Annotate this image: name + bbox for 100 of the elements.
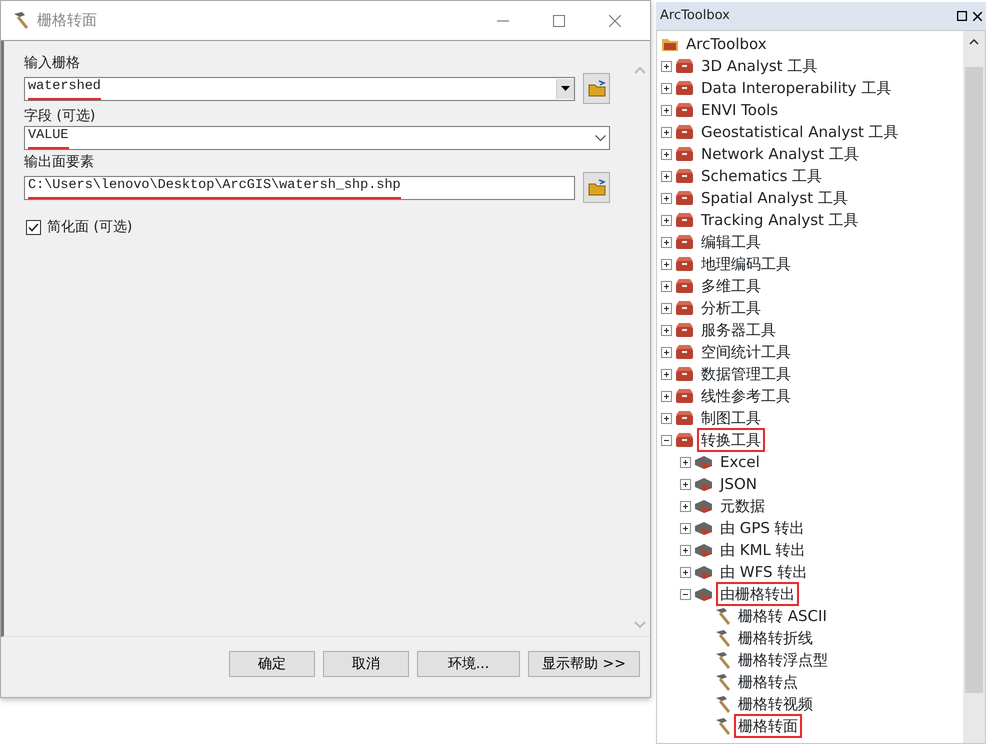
input-field[interactable]: VALUE (24, 126, 610, 150)
expand-icon[interactable] (661, 214, 672, 226)
input-field[interactable]: C:\Users\lenovo\Desktop\ArcGIS\watersh_shp.shp (24, 176, 575, 200)
expand-icon[interactable] (661, 126, 672, 138)
toolbox-icon (675, 432, 694, 448)
expand-icon[interactable] (661, 280, 672, 292)
toolset-icon (694, 476, 713, 492)
toolset-icon (694, 542, 713, 558)
browse-button[interactable] (583, 73, 610, 104)
expand-icon[interactable] (661, 170, 672, 182)
toolbox-icon (675, 212, 694, 228)
toolset-icon (694, 498, 713, 514)
toolbox-icon (675, 58, 694, 74)
expand-icon[interactable] (661, 192, 672, 204)
expand-icon[interactable] (680, 544, 691, 556)
tree-item[interactable]: 由 GPS 转出 (716, 516, 809, 540)
dialog-button[interactable]: 取消 (323, 651, 409, 677)
expand-icon[interactable] (661, 236, 672, 248)
close-icon (609, 14, 621, 26)
toolset-icon (694, 520, 713, 536)
checkbox-label: 简化面 (可选) (47, 218, 132, 237)
scroll-down-icon (634, 621, 646, 628)
scroll-up-icon (969, 39, 979, 45)
tree-item[interactable]: 多维工具 (697, 274, 765, 298)
panel-title: ArcToolbox (660, 7, 731, 26)
tree-item[interactable]: 栅格转视频 (734, 692, 817, 716)
tree-item[interactable]: 数据管理工具 (697, 362, 795, 386)
expand-icon[interactable] (661, 258, 672, 270)
field-value: watershed (28, 78, 101, 100)
tree-item[interactable]: 由栅格转出 (716, 582, 799, 606)
toolbox-icon (675, 388, 694, 404)
toolbox-icon (675, 366, 694, 382)
tree-item[interactable]: 转换工具 (697, 428, 765, 452)
dialog-button[interactable]: 确定 (229, 651, 315, 677)
tree-item[interactable]: 由 KML 转出 (716, 538, 810, 562)
expand-icon[interactable] (661, 60, 672, 72)
tree-item[interactable]: Schematics 工具 (697, 164, 826, 188)
field-label: 输出面要素 (24, 153, 95, 172)
tree-item[interactable]: 编辑工具 (697, 230, 765, 254)
expand-icon[interactable] (680, 522, 691, 534)
expand-icon[interactable] (661, 104, 672, 116)
expand-icon[interactable] (661, 346, 672, 358)
expand-icon[interactable] (680, 566, 691, 578)
expand-icon[interactable] (661, 148, 672, 160)
toolbox-icon (675, 80, 694, 96)
input-field[interactable]: watershed (24, 76, 575, 100)
expand-icon[interactable] (680, 478, 691, 490)
tree-item[interactable]: JSON (716, 472, 761, 496)
toolbox-icon (675, 234, 694, 250)
toolbox-icon (675, 256, 694, 272)
dialog-button[interactable]: 环境... (417, 651, 520, 677)
toolbox-icon (675, 410, 694, 426)
toolbox-icon (675, 146, 694, 162)
tree-item[interactable]: 栅格转点 (734, 670, 802, 694)
dropdown-button[interactable] (556, 78, 574, 98)
collapse-icon[interactable] (661, 434, 672, 446)
expand-icon[interactable] (661, 390, 672, 402)
tree-item[interactable]: 3D Analyst 工具 (697, 54, 822, 78)
field-value: VALUE (28, 127, 69, 149)
tree-item[interactable]: Data Interoperability 工具 (697, 76, 896, 100)
tree-item[interactable]: 栅格转折线 (734, 626, 817, 650)
tree-item[interactable]: 线性参考工具 (697, 384, 795, 408)
tree-item[interactable]: 地理编码工具 (697, 252, 795, 276)
tree-item[interactable]: 栅格转浮点型 (734, 648, 832, 672)
expand-icon[interactable] (680, 500, 691, 512)
collapse-icon[interactable] (680, 588, 691, 600)
maximize-icon[interactable] (957, 11, 967, 21)
tree-item[interactable]: ArcToolbox (682, 32, 771, 56)
checkmark-icon (28, 223, 39, 232)
toolbox-icon (675, 322, 694, 338)
dialog-button[interactable]: 显示帮助 >> (528, 651, 640, 677)
field-value: C:\Users\lenovo\Desktop\ArcGIS\watersh_shp.shp (28, 176, 401, 198)
tree-item[interactable]: 栅格转面 (734, 714, 802, 738)
tree-item[interactable]: 服务器工具 (697, 318, 780, 342)
expand-icon[interactable] (661, 368, 672, 380)
tree-item[interactable]: 制图工具 (697, 406, 765, 430)
checkbox[interactable] (26, 220, 41, 235)
toolbox-icon (675, 344, 694, 360)
close-icon[interactable] (973, 12, 982, 20)
tree-item[interactable]: Geostatistical Analyst 工具 (697, 120, 903, 144)
expand-icon[interactable] (661, 302, 672, 314)
tree-item[interactable]: ENVI Tools (697, 98, 782, 122)
tree-item[interactable]: Spatial Analyst 工具 (697, 186, 852, 210)
toolbox-icon (675, 168, 694, 184)
folder-icon (586, 78, 606, 98)
tree-item[interactable]: 栅格转 ASCII (734, 604, 831, 628)
expand-icon[interactable] (661, 82, 672, 94)
tree-item[interactable]: 由 WFS 转出 (716, 560, 812, 584)
tree-item[interactable]: 元数据 (716, 494, 769, 518)
expand-icon[interactable] (661, 324, 672, 336)
expand-icon[interactable] (680, 456, 691, 468)
tree-item[interactable]: 空间统计工具 (697, 340, 795, 364)
browse-button[interactable] (583, 172, 610, 203)
scrollbar-thumb[interactable] (965, 67, 983, 693)
tree-item[interactable]: Tracking Analyst 工具 (697, 208, 863, 232)
tree-item[interactable]: 分析工具 (697, 296, 765, 320)
caret-icon (561, 86, 570, 91)
tree-item[interactable]: Network Analyst 工具 (697, 142, 863, 166)
expand-icon[interactable] (661, 412, 672, 424)
tree-item[interactable]: Excel (716, 450, 764, 474)
